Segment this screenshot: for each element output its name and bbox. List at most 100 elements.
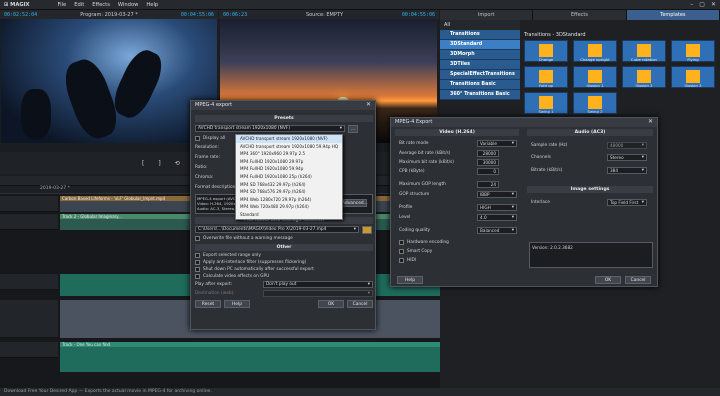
option-checkbox[interactable] [195,253,200,258]
option-checkbox[interactable] [195,260,200,265]
source-monitor: 00:06:23 Source: EMPTY 00:04:55:06 [219,10,439,19]
category-list: Transitions 3DStandard 3DMorph 3DTiles S… [440,30,520,100]
hidi-checkbox[interactable] [399,258,404,263]
dialog-title: MPEG-4 export [191,101,375,110]
help-button[interactable]: Help [397,276,423,284]
cancel-button[interactable]: Cancel [347,300,373,308]
category-item[interactable]: 360° Transitions Basic [440,90,520,100]
transition-thumb[interactable]: Illusion 2 [622,66,666,88]
preset-option[interactable]: MP4 Web 1280x720 29.97p (h264) [236,196,342,204]
tab-templates[interactable]: Templates [626,10,720,20]
option-label: Shut down PC automatically after success… [203,267,314,272]
avg-bitrate-input[interactable]: 28000 [477,150,499,157]
close-icon[interactable]: ✕ [648,118,653,125]
smart-copy-checkbox[interactable] [399,249,404,254]
version-box: Version: 2.0.2.3682 [529,242,653,268]
preset-option[interactable]: MP4 Web 720x480 29.97p (h264) [236,203,342,211]
menu-effects[interactable]: Effects [92,2,110,8]
tab-effects[interactable]: Effects [533,10,627,20]
category-item[interactable]: Transitions [440,30,520,40]
transition-thumb[interactable]: Change [524,40,568,62]
preset-option[interactable]: AVCHD transport stream 1920x1080 (NVF) [236,135,342,143]
menu-edit[interactable]: Edit [74,2,84,8]
reset-button[interactable]: Reset [195,300,221,308]
preset-option[interactable]: MP4 FullHD 1920x1080 25p (h264) [236,173,342,181]
ok-button[interactable]: OK [318,300,344,308]
transition-thumb[interactable]: Change upright [573,40,617,62]
sample-rate-select[interactable]: 48000 [607,142,647,149]
hw-encoding-checkbox[interactable] [399,240,404,245]
program-video-frame[interactable] [1,19,217,143]
field-label: Bit rate mode [399,141,429,146]
transition-thumb[interactable]: Cube rotation [622,40,666,62]
transition-thumb[interactable]: Illusion 3 [671,66,715,88]
program-monitor: 00:02:52:04 Program: 2019-03-27 * 00:04:… [0,10,218,19]
preset-select[interactable]: AVCHD transport stream 1920x1080 (NVF) [195,125,345,132]
presets-header: Presets [195,115,373,122]
play-after-select[interactable]: Don't play out [263,281,373,288]
preset-option[interactable]: AVCHD transport stream 1920x1080 59.94p … [236,143,342,151]
field-label: Channels [531,155,551,160]
preset-option[interactable]: MP4 SD 768x432 29.97p (h264) [236,181,342,189]
program-timecode: 00:02:52:04 [4,11,38,18]
maximize-icon[interactable]: ▢ [699,1,705,8]
field-label: Sample rate (Hz) [531,143,568,148]
transition-thumb[interactable]: Illusion 1 [573,66,617,88]
project-name: 2019-03-27 * [40,186,70,191]
close-icon[interactable]: ✕ [366,101,371,108]
menu-help[interactable]: Help [146,2,158,8]
menu-window[interactable]: Window [118,2,138,8]
menu-file[interactable]: File [58,2,67,8]
transition-thumb[interactable]: Swing 1 [524,92,568,114]
coding-quality-select[interactable]: Balanced [477,227,517,234]
channels-select[interactable]: Stereo [607,154,647,161]
option-checkbox[interactable] [195,274,200,279]
transition-grid: Change Change upright Cube rotation Flyi… [524,40,720,114]
profile-select[interactable]: HIGH [477,204,517,211]
display-all-checkbox[interactable] [195,136,200,141]
interlace-label: Interlace [531,200,550,205]
option-checkbox[interactable] [195,267,200,272]
preset-option[interactable]: MP4 FullHD 1920x1080 29.97p [236,158,342,166]
category-item[interactable]: 3DStandard [440,40,520,50]
folder-icon[interactable] [362,226,372,234]
overwrite-checkbox[interactable] [195,236,200,241]
transition-thumb[interactable]: Flying [671,40,715,62]
gop-length-input[interactable]: 24 [477,181,499,188]
check-label: Smart Copy [407,249,433,254]
file-path-input[interactable]: C:\Users\...\Documents\MAGIX\Video Pro X… [195,226,359,233]
gop-structure-select[interactable]: IBBP [477,191,517,198]
category-item[interactable]: 3DMorph [440,50,520,60]
audio-track-2[interactable]: Track - One You can find [60,342,440,372]
category-item[interactable]: Transitions Basic [440,80,520,90]
preset-option[interactable]: Standard [236,211,342,219]
tab-import[interactable]: Import [440,10,534,20]
help-button[interactable]: Help [224,300,250,308]
level-select[interactable]: 4.0 [477,214,517,221]
mark-in-button[interactable]: [ [142,160,144,167]
program-duration: 00:04:55:06 [180,11,214,18]
interlace-select[interactable]: Top Field First [607,199,647,206]
transition-thumb[interactable]: Swing 2 [573,92,617,114]
ok-button[interactable]: OK [595,276,621,284]
minimize-icon[interactable]: – [690,1,693,8]
transition-thumb[interactable]: Fold up [524,66,568,88]
cancel-button[interactable]: Cancel [625,276,651,284]
max-bitrate-input[interactable]: 30000 [477,159,499,166]
loop-button[interactable]: ⟲ [175,160,180,167]
status-bar: Download Free Your Desired App — Exports… [0,388,720,396]
preset-option[interactable]: MP4 FullHD 1920x1080 59.94p [236,165,342,173]
bitrate-select[interactable]: 384 [607,167,647,174]
advanced-button[interactable]: Advanced... [341,199,368,207]
category-item[interactable]: SpecialEffectTransitions [440,70,520,80]
category-item[interactable]: 3DTiles [440,60,520,70]
mark-out-button[interactable]: ] [158,160,160,167]
preset-option[interactable]: MP4 SD 768x576 29.97p (h264) [236,188,342,196]
preset-save-button[interactable]: … [348,125,358,133]
destination-select[interactable] [263,290,373,297]
close-icon[interactable]: ✕ [711,1,716,8]
cpb-input[interactable]: 0 [477,168,499,175]
menu-bar: ⊞ MAGIX File Edit Effects Window Help – … [0,0,720,10]
bitrate-mode-select[interactable]: Variable [477,140,517,147]
preset-option[interactable]: MP4 360° 1920x960 29.97p 2.5 [236,150,342,158]
